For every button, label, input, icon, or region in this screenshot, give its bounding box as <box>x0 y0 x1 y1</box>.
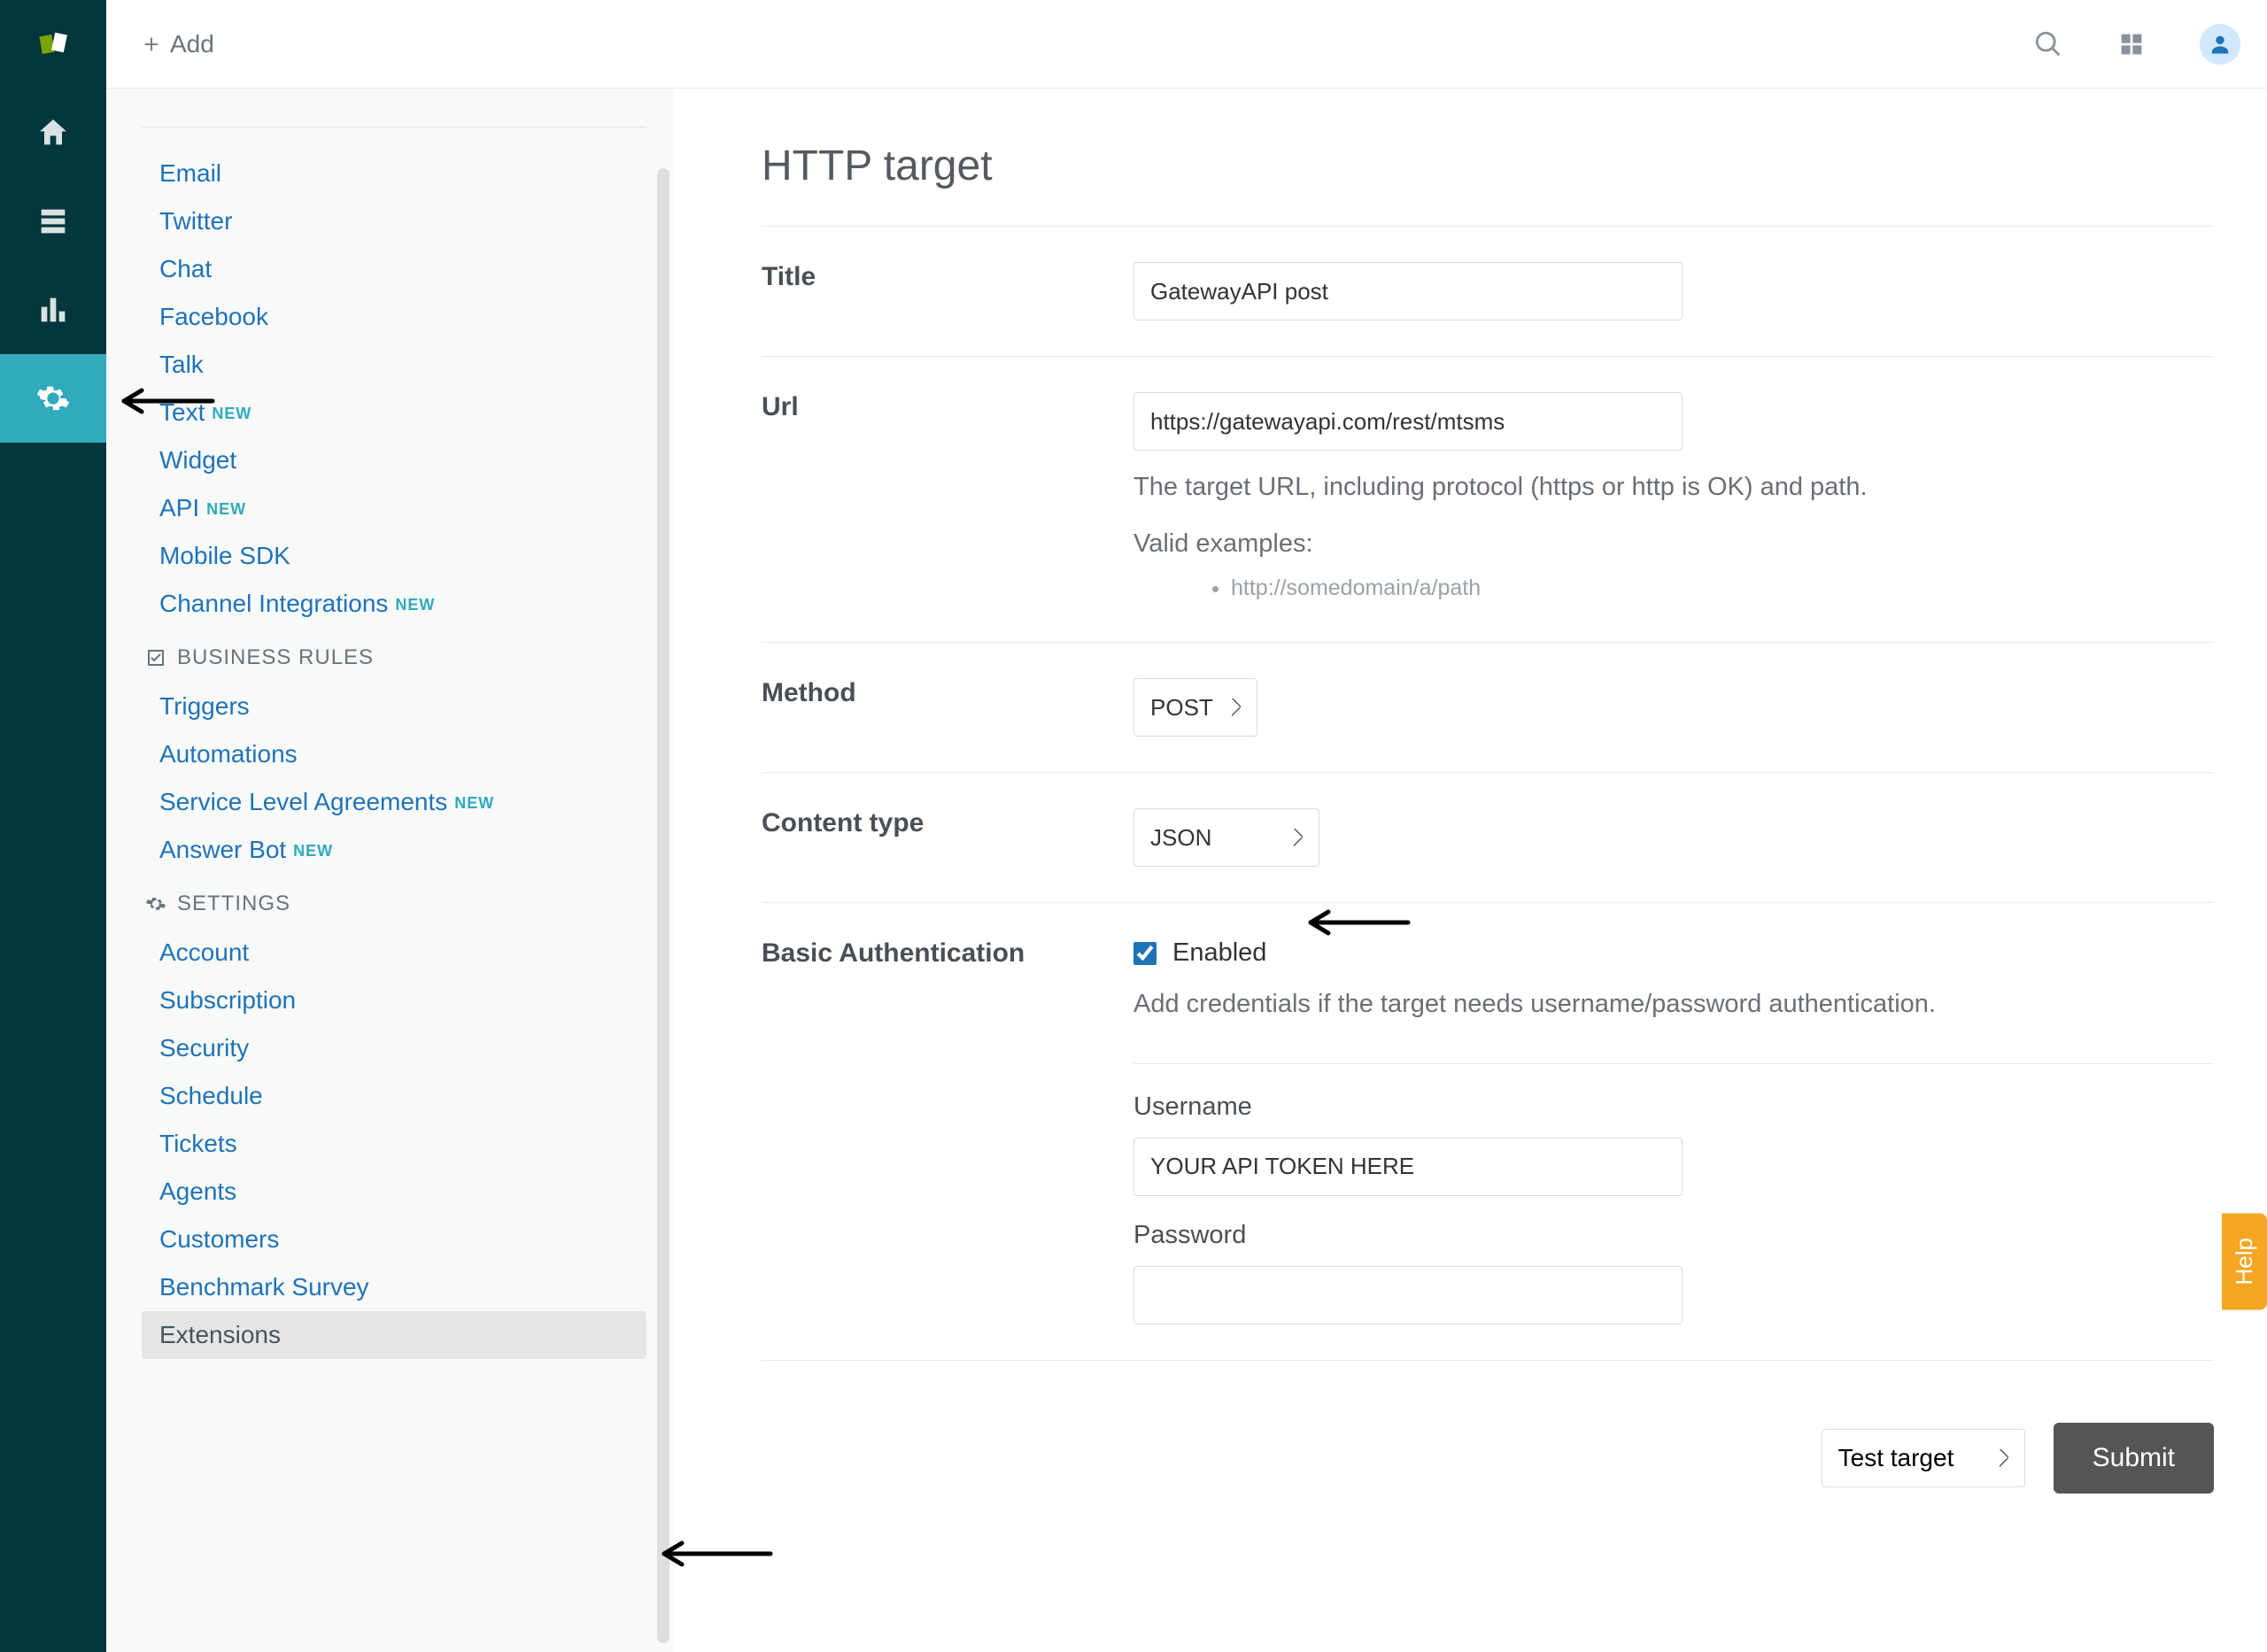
section-business-rules: BUSINESS RULES <box>142 628 646 683</box>
basic-auth-enabled-row[interactable]: Enabled <box>1134 938 2214 968</box>
rail-home[interactable] <box>0 89 106 177</box>
plus-icon <box>142 35 161 54</box>
submit-button[interactable]: Submit <box>2054 1423 2214 1494</box>
sidebar-item-agents[interactable]: Agents <box>142 1168 646 1216</box>
password-label: Password <box>1134 1221 2214 1250</box>
url-examples-intro: Valid examples: <box>1134 525 2214 564</box>
sidebar-item-triggers[interactable]: Triggers <box>142 683 646 730</box>
sidebar-item-extensions[interactable]: Extensions <box>142 1311 646 1359</box>
basic-auth-help: Add credentials if the target needs user… <box>1134 985 2214 1024</box>
check-square-icon <box>145 647 166 668</box>
topbar-right <box>2033 24 2240 65</box>
main-content: HTTP target Title Url The target URL, in… <box>673 89 2267 1652</box>
sidebar-item-account[interactable]: Account <box>142 929 646 977</box>
basic-auth-checkbox[interactable] <box>1134 942 1157 965</box>
password-input[interactable] <box>1134 1266 1683 1324</box>
url-label: Url <box>762 392 1134 422</box>
sidebar-item-widget[interactable]: Widget <box>142 436 646 484</box>
sidebar-item-channel-integrations[interactable]: Channel IntegrationsNEW <box>142 580 646 628</box>
brand-logo <box>0 0 106 89</box>
sidebar-scrollbar[interactable] <box>657 168 669 1643</box>
username-input[interactable] <box>1134 1138 1683 1196</box>
gear-icon <box>145 893 166 915</box>
sidebar-item-text[interactable]: TextNEW <box>142 389 646 436</box>
rail-reports[interactable] <box>0 266 106 354</box>
username-label: Username <box>1134 1092 2214 1122</box>
content-type-label: Content type <box>762 808 1134 838</box>
settings-sidebar: Email Twitter Chat Facebook Talk TextNEW… <box>106 89 673 1652</box>
sidebar-item-mobile-sdk[interactable]: Mobile SDK <box>142 532 646 580</box>
add-label: Add <box>170 30 214 58</box>
sidebar-item-api[interactable]: APINEW <box>142 484 646 532</box>
avatar[interactable] <box>2200 24 2240 65</box>
user-icon <box>2208 32 2232 57</box>
sidebar-item-answer-bot[interactable]: Answer BotNEW <box>142 826 646 874</box>
url-example-item: http://somedomain/a/path <box>1231 575 2214 601</box>
title-label: Title <box>762 262 1134 292</box>
basic-auth-enabled-label: Enabled <box>1172 938 1266 968</box>
sidebar-item-automations[interactable]: Automations <box>142 730 646 778</box>
url-input[interactable] <box>1134 392 1683 451</box>
nav-rail <box>0 0 106 1652</box>
title-input[interactable] <box>1134 262 1683 320</box>
sidebar-item-benchmark[interactable]: Benchmark Survey <box>142 1263 646 1311</box>
add-button[interactable]: Add <box>142 30 214 58</box>
sidebar-item-sla[interactable]: Service Level AgreementsNEW <box>142 778 646 826</box>
search-icon[interactable] <box>2033 29 2063 59</box>
basic-auth-label: Basic Authentication <box>762 938 1134 969</box>
section-settings: SETTINGS <box>142 874 646 929</box>
sidebar-item-talk[interactable]: Talk <box>142 341 646 389</box>
test-target-select[interactable]: Test target <box>1822 1429 2025 1487</box>
content-type-select[interactable]: JSON <box>1134 808 1319 867</box>
sidebar-item-tickets[interactable]: Tickets <box>142 1120 646 1168</box>
rail-admin[interactable] <box>0 354 106 443</box>
method-label: Method <box>762 678 1134 708</box>
sidebar-item-chat[interactable]: Chat <box>142 245 646 293</box>
sidebar-item-schedule[interactable]: Schedule <box>142 1072 646 1120</box>
sidebar-item-security[interactable]: Security <box>142 1024 646 1072</box>
sidebar-item-customers[interactable]: Customers <box>142 1216 646 1263</box>
sidebar-item-twitter[interactable]: Twitter <box>142 197 646 245</box>
page-title: HTTP target <box>762 142 2214 190</box>
sidebar-item-subscription[interactable]: Subscription <box>142 977 646 1024</box>
help-tab[interactable]: Help <box>2222 1213 2267 1309</box>
url-examples: http://somedomain/a/path <box>1134 575 2214 601</box>
method-select[interactable]: POST <box>1134 678 1257 737</box>
apps-icon[interactable] <box>2116 29 2147 59</box>
sidebar-item-email[interactable]: Email <box>142 150 646 197</box>
sidebar-item-facebook[interactable]: Facebook <box>142 293 646 341</box>
rail-views[interactable] <box>0 177 106 266</box>
topbar: Add <box>106 0 2267 89</box>
url-help: The target URL, including protocol (http… <box>1134 468 2214 507</box>
